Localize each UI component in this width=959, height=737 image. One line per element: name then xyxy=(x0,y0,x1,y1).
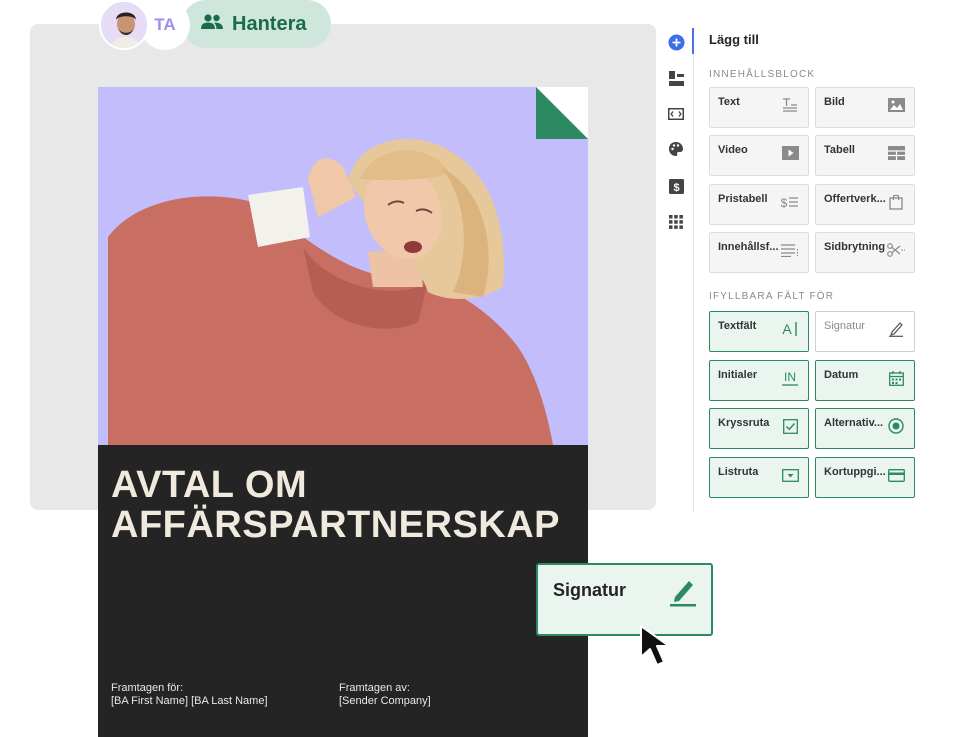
field-checkbox[interactable]: Kryssruta xyxy=(709,408,809,449)
pricing-icon[interactable]: $ xyxy=(667,177,685,195)
field-card-details[interactable]: Kortuppgi... xyxy=(815,457,915,498)
radio-icon xyxy=(886,417,906,435)
mouse-cursor-icon xyxy=(638,624,686,677)
image-icon xyxy=(886,96,906,114)
panel-title: Lägg till xyxy=(709,32,759,47)
block-page-break[interactable]: Sidbrytning xyxy=(815,232,915,273)
block-table[interactable]: Tabell xyxy=(815,135,915,176)
field-date[interactable]: Datum xyxy=(815,360,915,401)
prepared-by-value: [Sender Company] xyxy=(339,695,431,707)
svg-text:A: A xyxy=(782,321,792,337)
document-title: AVTAL OM AFFÄRSPARTNERSKAP xyxy=(111,465,581,545)
field-initials[interactable]: Initialer IN xyxy=(709,360,809,401)
tile-label: Kortuppgi... xyxy=(824,466,886,478)
tile-label: Text xyxy=(718,96,740,108)
tile-label: Listruta xyxy=(718,466,759,478)
tile-label: Signatur xyxy=(824,320,865,332)
blocks-icon[interactable] xyxy=(667,69,685,87)
tile-label: Textfält xyxy=(718,320,757,332)
svg-text:$: $ xyxy=(781,196,788,209)
video-icon xyxy=(780,144,800,162)
signature-drag-chip[interactable]: Signatur xyxy=(536,563,713,636)
tile-label: Offertverk... xyxy=(824,193,886,205)
block-content-library[interactable]: Innehållsf... xyxy=(709,232,809,273)
table-icon xyxy=(886,144,906,162)
svg-text:$: $ xyxy=(673,182,679,194)
initials-icon: IN xyxy=(780,369,800,387)
block-video[interactable]: Video xyxy=(709,135,809,176)
scissors-icon xyxy=(886,241,906,259)
prepared-by-label: Framtagen av: xyxy=(339,682,410,694)
initials-text: TA xyxy=(154,15,176,34)
rail-divider xyxy=(693,28,694,512)
document-page[interactable]: AVTAL OM AFFÄRSPARTNERSKAP Framtagen för… xyxy=(98,87,588,737)
prepared-for: Framtagen för: [BA First Name] [BA Last … xyxy=(111,682,268,708)
tile-label: Innehållsf... xyxy=(718,241,779,253)
field-radio[interactable]: Alternativ... xyxy=(815,408,915,449)
tile-label: Kryssruta xyxy=(718,417,770,429)
page-fold-corner xyxy=(536,87,588,139)
add-icon[interactable] xyxy=(667,33,685,51)
content-blocks-heading: INNEHÅLLSBLOCK xyxy=(709,69,816,80)
card-icon xyxy=(886,466,906,484)
signature-chip-label: Signatur xyxy=(553,580,627,600)
tile-label: Tabell xyxy=(824,144,855,156)
svg-text:IN: IN xyxy=(784,370,796,384)
pen-icon xyxy=(669,577,697,612)
content-list-icon xyxy=(780,241,800,259)
text-field-icon: A xyxy=(780,320,800,338)
tile-label: Video xyxy=(718,144,748,156)
apps-icon[interactable] xyxy=(667,213,685,231)
prepared-for-value: [BA First Name] [BA Last Name] xyxy=(111,695,268,707)
manage-label: Hantera xyxy=(232,12,307,35)
tile-label: Sidbrytning xyxy=(824,241,886,253)
title-line-2: AFFÄRSPARTNERSKAP xyxy=(111,504,561,546)
field-text[interactable]: Textfält A xyxy=(709,311,809,352)
title-line-1: AVTAL OM xyxy=(111,464,308,506)
dropdown-icon xyxy=(780,466,800,484)
tile-label: Datum xyxy=(824,369,859,381)
field-signature[interactable]: Signatur xyxy=(815,311,915,352)
price-table-icon: $ xyxy=(780,193,800,211)
bag-icon xyxy=(886,193,906,211)
block-text[interactable]: Text xyxy=(709,87,809,128)
avatar[interactable] xyxy=(99,0,149,50)
text-icon xyxy=(780,96,800,114)
block-pricing-table[interactable]: Pristabell $ xyxy=(709,184,809,225)
users-icon xyxy=(200,13,224,36)
prepared-by: Framtagen av: [Sender Company] xyxy=(339,682,431,708)
tile-label: Alternativ... xyxy=(824,417,884,429)
manage-button[interactable]: Hantera xyxy=(182,0,331,48)
fillable-fields-heading: IFYLLBARA FÄLT FÖR xyxy=(709,291,835,302)
signature-icon xyxy=(886,320,906,338)
palette-icon[interactable] xyxy=(667,140,685,158)
rail-active-indicator xyxy=(692,28,694,54)
embed-icon[interactable] xyxy=(667,105,685,123)
cover-photo xyxy=(98,87,588,445)
calendar-icon xyxy=(886,369,906,387)
block-image[interactable]: Bild xyxy=(815,87,915,128)
field-dropdown[interactable]: Listruta xyxy=(709,457,809,498)
checkbox-icon xyxy=(780,417,800,435)
tile-label: Initialer xyxy=(718,369,758,381)
block-quote-builder[interactable]: Offertverk... xyxy=(815,184,915,225)
prepared-for-label: Framtagen för: xyxy=(111,682,184,694)
tile-label: Pristabell xyxy=(718,193,768,205)
tile-label: Bild xyxy=(824,96,845,108)
